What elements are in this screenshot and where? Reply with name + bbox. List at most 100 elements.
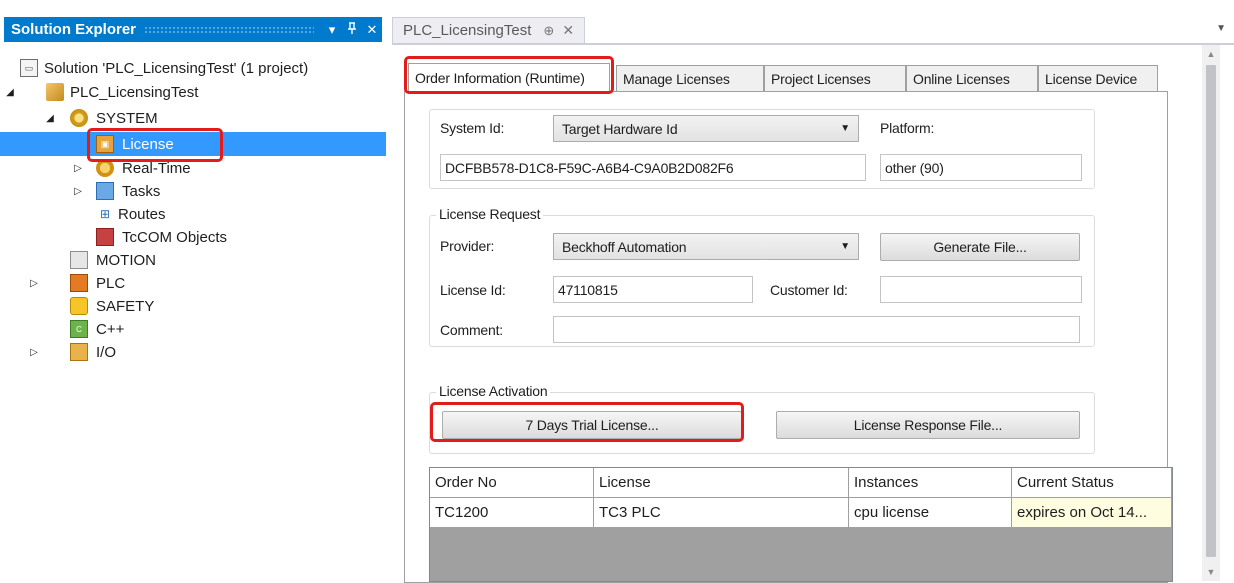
license-request-group: License Request Provider: Beckhoff Autom… [429,206,1095,347]
provider-select[interactable]: Beckhoff Automation ▼ [553,233,859,260]
vertical-scrollbar[interactable]: ▲ ▼ [1202,45,1220,581]
tree-item-label: Solution 'PLC_LicensingTest' (1 project) [44,59,309,77]
close-icon[interactable]: ✕ [562,22,574,39]
button-label: Generate File... [933,239,1027,255]
io-icon [70,343,88,361]
column-header-current-status[interactable]: Current Status [1012,468,1172,498]
tree-item-io[interactable]: ▷ I/O [0,340,386,364]
system-id-select[interactable]: Target Hardware Id ▼ [553,115,859,142]
chevron-down-icon[interactable]: ▼ [1216,23,1226,34]
cell-value: expires on Oct 14... [1017,504,1148,521]
table-cell-order-no[interactable]: TC1200 [430,498,594,528]
license-response-file-button[interactable]: License Response File... [776,411,1080,439]
license-editor: Order Information (Runtime) Manage Licen… [392,43,1234,583]
scroll-down-icon[interactable]: ▼ [1202,567,1220,577]
expand-arrow-icon[interactable]: ▷ [28,347,40,358]
license-activation-title: License Activation [436,383,551,399]
comment-field[interactable] [553,316,1080,343]
document-tab-label: PLC_LicensingTest [403,22,532,39]
license-id-value: 47110815 [558,281,618,298]
scroll-thumb[interactable] [1206,65,1216,557]
cell-value: TC3 PLC [599,504,661,521]
system-id-value: DCFBB578-D1C8-F59C-A6B4-C9A0B2D082F6 [445,159,734,176]
tree-item-plc[interactable]: ▷ PLC [0,271,386,295]
license-request-title: License Request [436,206,544,222]
tree-item-solution[interactable]: ▭ Solution 'PLC_LicensingTest' (1 projec… [0,56,386,80]
tree-item-realtime[interactable]: ▷ Real-Time [0,156,386,180]
tree-item-tccom[interactable]: TcCOM Objects [0,225,386,249]
tab-online-licenses[interactable]: Online Licenses [906,65,1038,91]
tab-manage-licenses[interactable]: Manage Licenses [616,65,764,91]
realtime-icon [96,159,114,177]
platform-label: Platform: [880,120,935,136]
tree-item-label: PLC_LicensingTest [70,83,199,101]
titlebar-grip[interactable] [144,25,314,34]
tab-label: Order Information (Runtime) [415,70,585,86]
platform-field[interactable]: other (90) [880,154,1082,181]
chevron-down-icon: ▼ [840,241,850,252]
chevron-down-icon: ▼ [840,123,850,134]
trial-license-button[interactable]: 7 Days Trial License... [442,411,742,439]
project-icon [46,83,64,101]
collapse-arrow-icon[interactable]: ◢ [4,87,16,98]
header-label: Instances [854,474,919,491]
cell-value: TC1200 [435,504,489,521]
table-cell-current-status[interactable]: expires on Oct 14... [1012,498,1172,528]
column-header-license[interactable]: License [594,468,849,498]
tab-label: Project Licenses [771,70,871,87]
scroll-up-icon[interactable]: ▲ [1202,49,1220,59]
tree-item-system[interactable]: ◢ SYSTEM [0,106,386,130]
tree-item-label: TcCOM Objects [122,228,228,246]
tab-label: License Device [1045,70,1138,87]
expand-arrow-icon[interactable]: ▷ [72,163,84,174]
license-dialog: Order Information (Runtime) Manage Licen… [404,56,1180,583]
expand-arrow-icon[interactable]: ▷ [28,278,40,289]
generate-file-button[interactable]: Generate File... [880,233,1080,261]
pin-icon[interactable]: ⊕ [543,23,554,39]
column-header-order-no[interactable]: Order No [430,468,594,498]
tree-item-label: MOTION [96,251,156,269]
tree-item-label: PLC [96,274,126,292]
tree-item-safety[interactable]: SAFETY [0,294,386,318]
header-label: License [599,474,651,491]
dropdown-icon[interactable]: ▾ [322,22,342,38]
tree-item-routes[interactable]: ⊞ Routes [0,202,386,226]
plc-icon [70,274,88,292]
tab-order-information[interactable]: Order Information (Runtime) [408,63,610,92]
provider-label: Provider: [440,238,495,254]
tree-item-license[interactable]: ▣ License [0,132,386,156]
tab-plc-licensingtest[interactable]: PLC_LicensingTest ⊕ ✕ [392,17,586,43]
comment-label: Comment: [440,322,503,338]
cell-value: cpu license [854,504,930,521]
license-id-field[interactable]: 47110815 [553,276,753,303]
motion-icon [70,251,88,269]
customer-id-field[interactable] [880,276,1082,303]
expand-arrow-icon[interactable]: ▷ [72,186,84,197]
tree-item-label: I/O [96,343,117,361]
tab-project-licenses[interactable]: Project Licenses [764,65,906,91]
solution-explorer-title: Solution Explorer [11,21,137,38]
close-icon[interactable]: ✕ [362,22,382,38]
tree-item-tasks[interactable]: ▷ Tasks [0,179,386,203]
tab-license-device[interactable]: License Device [1038,65,1158,91]
system-id-label: System Id: [440,120,505,136]
tree-item-label: SAFETY [96,297,155,315]
table-cell-license[interactable]: TC3 PLC [594,498,849,528]
pin-icon[interactable] [342,21,362,38]
tree-item-cpp[interactable]: C C++ [0,317,386,341]
customer-id-label: Customer Id: [770,282,848,298]
order-grid: Order No License Instances Current Statu… [429,467,1173,582]
system-id-select-value: Target Hardware Id [562,120,678,137]
provider-select-value: Beckhoff Automation [562,238,687,255]
tree-item-project[interactable]: ◢ PLC_LicensingTest [0,80,386,104]
column-header-instances[interactable]: Instances [849,468,1012,498]
collapse-arrow-icon[interactable]: ◢ [44,113,56,124]
solution-icon: ▭ [20,59,38,77]
tree-item-label: Tasks [122,182,161,200]
system-id-field[interactable]: DCFBB578-D1C8-F59C-A6B4-C9A0B2D082F6 [440,154,866,181]
tree-item-motion[interactable]: MOTION [0,248,386,272]
solution-explorer-titlebar: Solution Explorer ▾ ✕ [4,17,382,42]
document-tabstrip: PLC_LicensingTest ⊕ ✕ ▼ [392,17,1234,43]
button-label: License Response File... [853,417,1003,433]
table-cell-instances[interactable]: cpu license [849,498,1012,528]
